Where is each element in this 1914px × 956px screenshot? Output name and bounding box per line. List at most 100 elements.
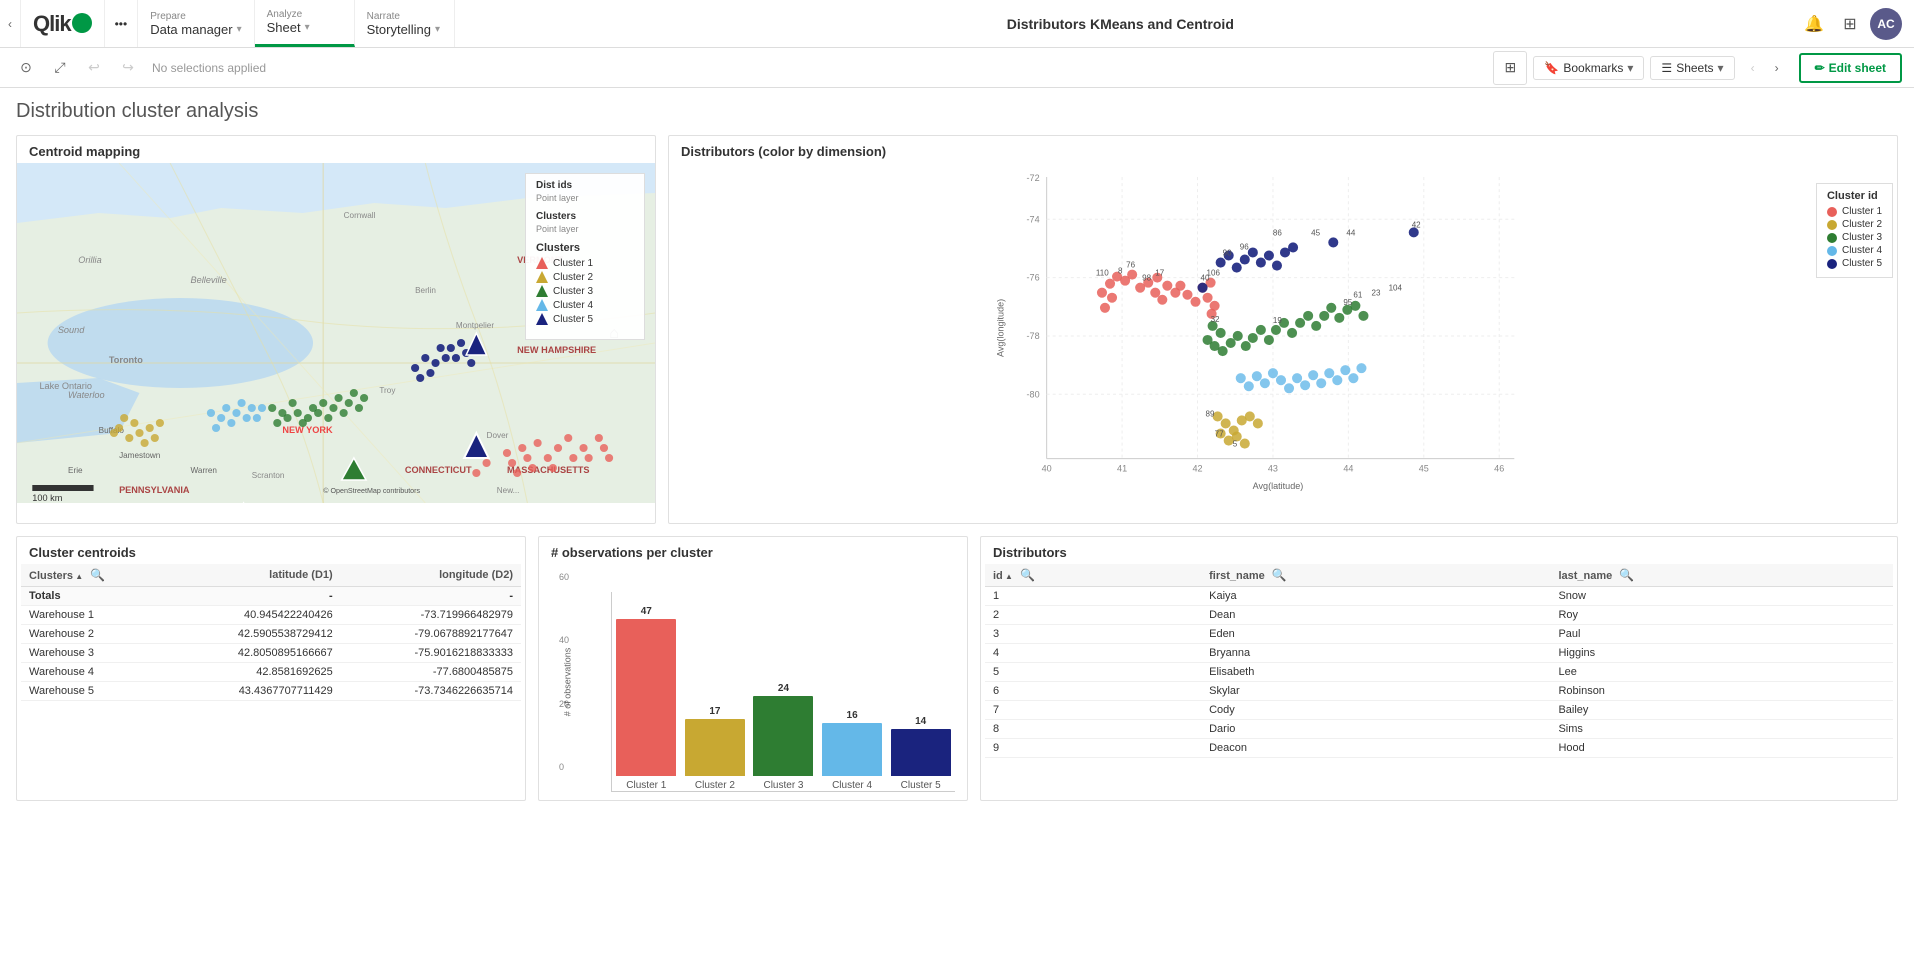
row-lat: 42.8581692625 (166, 663, 341, 682)
page-title: Distribution cluster analysis (16, 100, 1898, 123)
scatter-legend-label-4: Cluster 4 (1842, 245, 1882, 256)
map-legend-dist-ids: Dist ids Point layer (536, 180, 634, 203)
bar-1[interactable] (616, 619, 676, 776)
chart-wrap: 60 40 20 0 # of observations 47 Cluster … (551, 572, 955, 792)
distributor-table-wrap: id 🔍 first_name 🔍 last_name 🔍 (981, 564, 1897, 758)
legend-clusters-header: Clusters (536, 242, 634, 254)
undo-icon[interactable]: ↩ (80, 54, 108, 82)
bar-value-4: 16 (847, 710, 858, 721)
bell-icon-button[interactable]: 🔔 (1798, 8, 1830, 40)
bar-value-1: 47 (641, 606, 652, 617)
observations-panel: # observations per cluster 60 40 20 0 # … (538, 536, 968, 801)
prev-sheet-button[interactable]: ‹ (1741, 56, 1765, 80)
row-id: 4 (985, 644, 1201, 663)
svg-text:Montpelier: Montpelier (456, 321, 494, 330)
col-clusters: Clusters 🔍 (21, 564, 166, 587)
bar-2[interactable] (685, 719, 745, 776)
map-container[interactable]: Sound Orillia Belleville Toronto Waterlo… (17, 163, 655, 503)
row-lon: -77.6800485875 (341, 663, 521, 682)
bar-cluster3[interactable]: 24 Cluster 3 (753, 683, 813, 791)
last-name-search-icon[interactable]: 🔍 (1619, 568, 1634, 582)
nav-section-prepare[interactable]: Prepare Data manager ▾ (138, 0, 254, 47)
nav-section-narrate[interactable]: Narrate Storytelling ▾ (355, 0, 455, 47)
bar-cluster5[interactable]: 14 Cluster 5 (891, 716, 951, 791)
row-first: Elisabeth (1201, 663, 1550, 682)
grid-view-icon[interactable]: ⊞ (1494, 52, 1526, 84)
nav-section-main-narrate: Storytelling ▾ (367, 22, 442, 37)
clusters-search-icon[interactable]: 🔍 (90, 568, 105, 582)
totals-lon: - (341, 587, 521, 606)
row-id: 1 (985, 587, 1201, 606)
legend-label-cluster4: Cluster 4 (553, 300, 593, 311)
svg-text:23: 23 (1372, 289, 1381, 298)
svg-text:Avg(latitude): Avg(latitude) (1253, 481, 1304, 491)
row-last: Roy (1550, 606, 1893, 625)
row-last: Paul (1550, 625, 1893, 644)
bookmarks-button[interactable]: 🔖 Bookmarks ▾ (1533, 56, 1644, 80)
legend-item-cluster3: Cluster 3 (536, 285, 634, 297)
bar-label-5: Cluster 5 (901, 780, 941, 791)
table-row: Warehouse 3 42.8050895166667 -75.9016218… (21, 644, 521, 663)
first-name-search-icon[interactable]: 🔍 (1272, 568, 1287, 582)
svg-text:89: 89 (1206, 409, 1215, 418)
legend-clusters-title: Clusters (536, 211, 634, 222)
bar-cluster2[interactable]: 17 Cluster 2 (685, 706, 745, 791)
bar-cluster4[interactable]: 16 Cluster 4 (822, 710, 882, 791)
next-sheet-button[interactable]: › (1765, 56, 1789, 80)
col-latitude: latitude (D1) (166, 564, 341, 587)
row-last: Snow (1550, 587, 1893, 606)
fullscreen-icon[interactable]: ⤢ (46, 54, 74, 82)
row-id: 2 (985, 606, 1201, 625)
grid-icon-button[interactable]: ⊞ (1834, 8, 1866, 40)
svg-text:45: 45 (1311, 228, 1320, 237)
selection-status: No selections applied (152, 61, 266, 75)
bar-4[interactable] (822, 723, 882, 776)
svg-text:Waterloo: Waterloo (68, 390, 105, 400)
table-row: 6 Skylar Robinson (985, 682, 1893, 701)
id-search-icon[interactable]: 🔍 (1020, 568, 1035, 582)
bar-value-3: 24 (778, 683, 789, 694)
svg-text:44: 44 (1346, 228, 1355, 237)
sheets-button[interactable]: ☰ Sheets ▾ (1650, 56, 1734, 80)
row-lat: 42.5905538729412 (166, 625, 341, 644)
avatar[interactable]: AC (1870, 8, 1902, 40)
back-icon: ‹ (8, 17, 12, 31)
edit-sheet-button[interactable]: ✏ Edit sheet (1799, 53, 1902, 83)
sheets-icon: ☰ (1661, 61, 1672, 75)
row-first: Deacon (1201, 739, 1550, 758)
nav-menu-button[interactable]: ••• (105, 0, 139, 47)
svg-text:PENNSYLVANIA: PENNSYLVANIA (119, 485, 190, 495)
legend-label-cluster1: Cluster 1 (553, 258, 593, 269)
centroids-table-wrap: Clusters 🔍 latitude (D1) longitude (D2) … (17, 564, 525, 701)
table-row: 1 Kaiya Snow (985, 587, 1893, 606)
bar-label-3: Cluster 3 (763, 780, 803, 791)
bar-5[interactable] (891, 729, 951, 776)
distributors-panel: Distributors id 🔍 first_name 🔍 (980, 536, 1898, 801)
scatter-legend-cluster4: Cluster 4 (1827, 245, 1882, 256)
table-row: 2 Dean Roy (985, 606, 1893, 625)
svg-text:Erie: Erie (68, 466, 83, 475)
svg-text:19: 19 (1273, 316, 1282, 325)
nav-section-main-prepare: Data manager ▾ (150, 22, 241, 37)
redo-icon[interactable]: ↪ (114, 54, 142, 82)
chevron-down-icon-bookmarks: ▾ (1627, 61, 1633, 75)
svg-text:98: 98 (1142, 274, 1151, 283)
bar-cluster1[interactable]: 47 Cluster 1 (616, 606, 676, 791)
svg-text:NEW HAMPSHIRE: NEW HAMPSHIRE (517, 345, 596, 355)
bar-3[interactable] (753, 696, 813, 776)
scatter-legend-cluster1: Cluster 1 (1827, 206, 1882, 217)
row-lon: -75.9016218833333 (341, 644, 521, 663)
row-first: Dario (1201, 720, 1550, 739)
svg-text:40: 40 (1201, 274, 1210, 283)
nav-back-button[interactable]: ‹ (0, 0, 21, 47)
legend-clusters-sub: Point layer (536, 224, 634, 234)
map-legend: Dist ids Point layer Clusters Point laye… (525, 173, 645, 340)
scatter-container: -72 -74 -76 -78 -80 40 41 42 43 44 45 46 (669, 163, 1897, 523)
y-tick-60: 60 (559, 572, 583, 582)
row-lat: 42.8050895166667 (166, 644, 341, 663)
lasso-select-icon[interactable]: ⊙ (12, 54, 40, 82)
row-lon: -73.7346226635714 (341, 682, 521, 701)
svg-text:Orillia: Orillia (78, 255, 101, 265)
scatter-title: Distributors (color by dimension) (669, 136, 1897, 163)
nav-section-analyze[interactable]: Analyze Sheet ▾ (255, 0, 355, 47)
